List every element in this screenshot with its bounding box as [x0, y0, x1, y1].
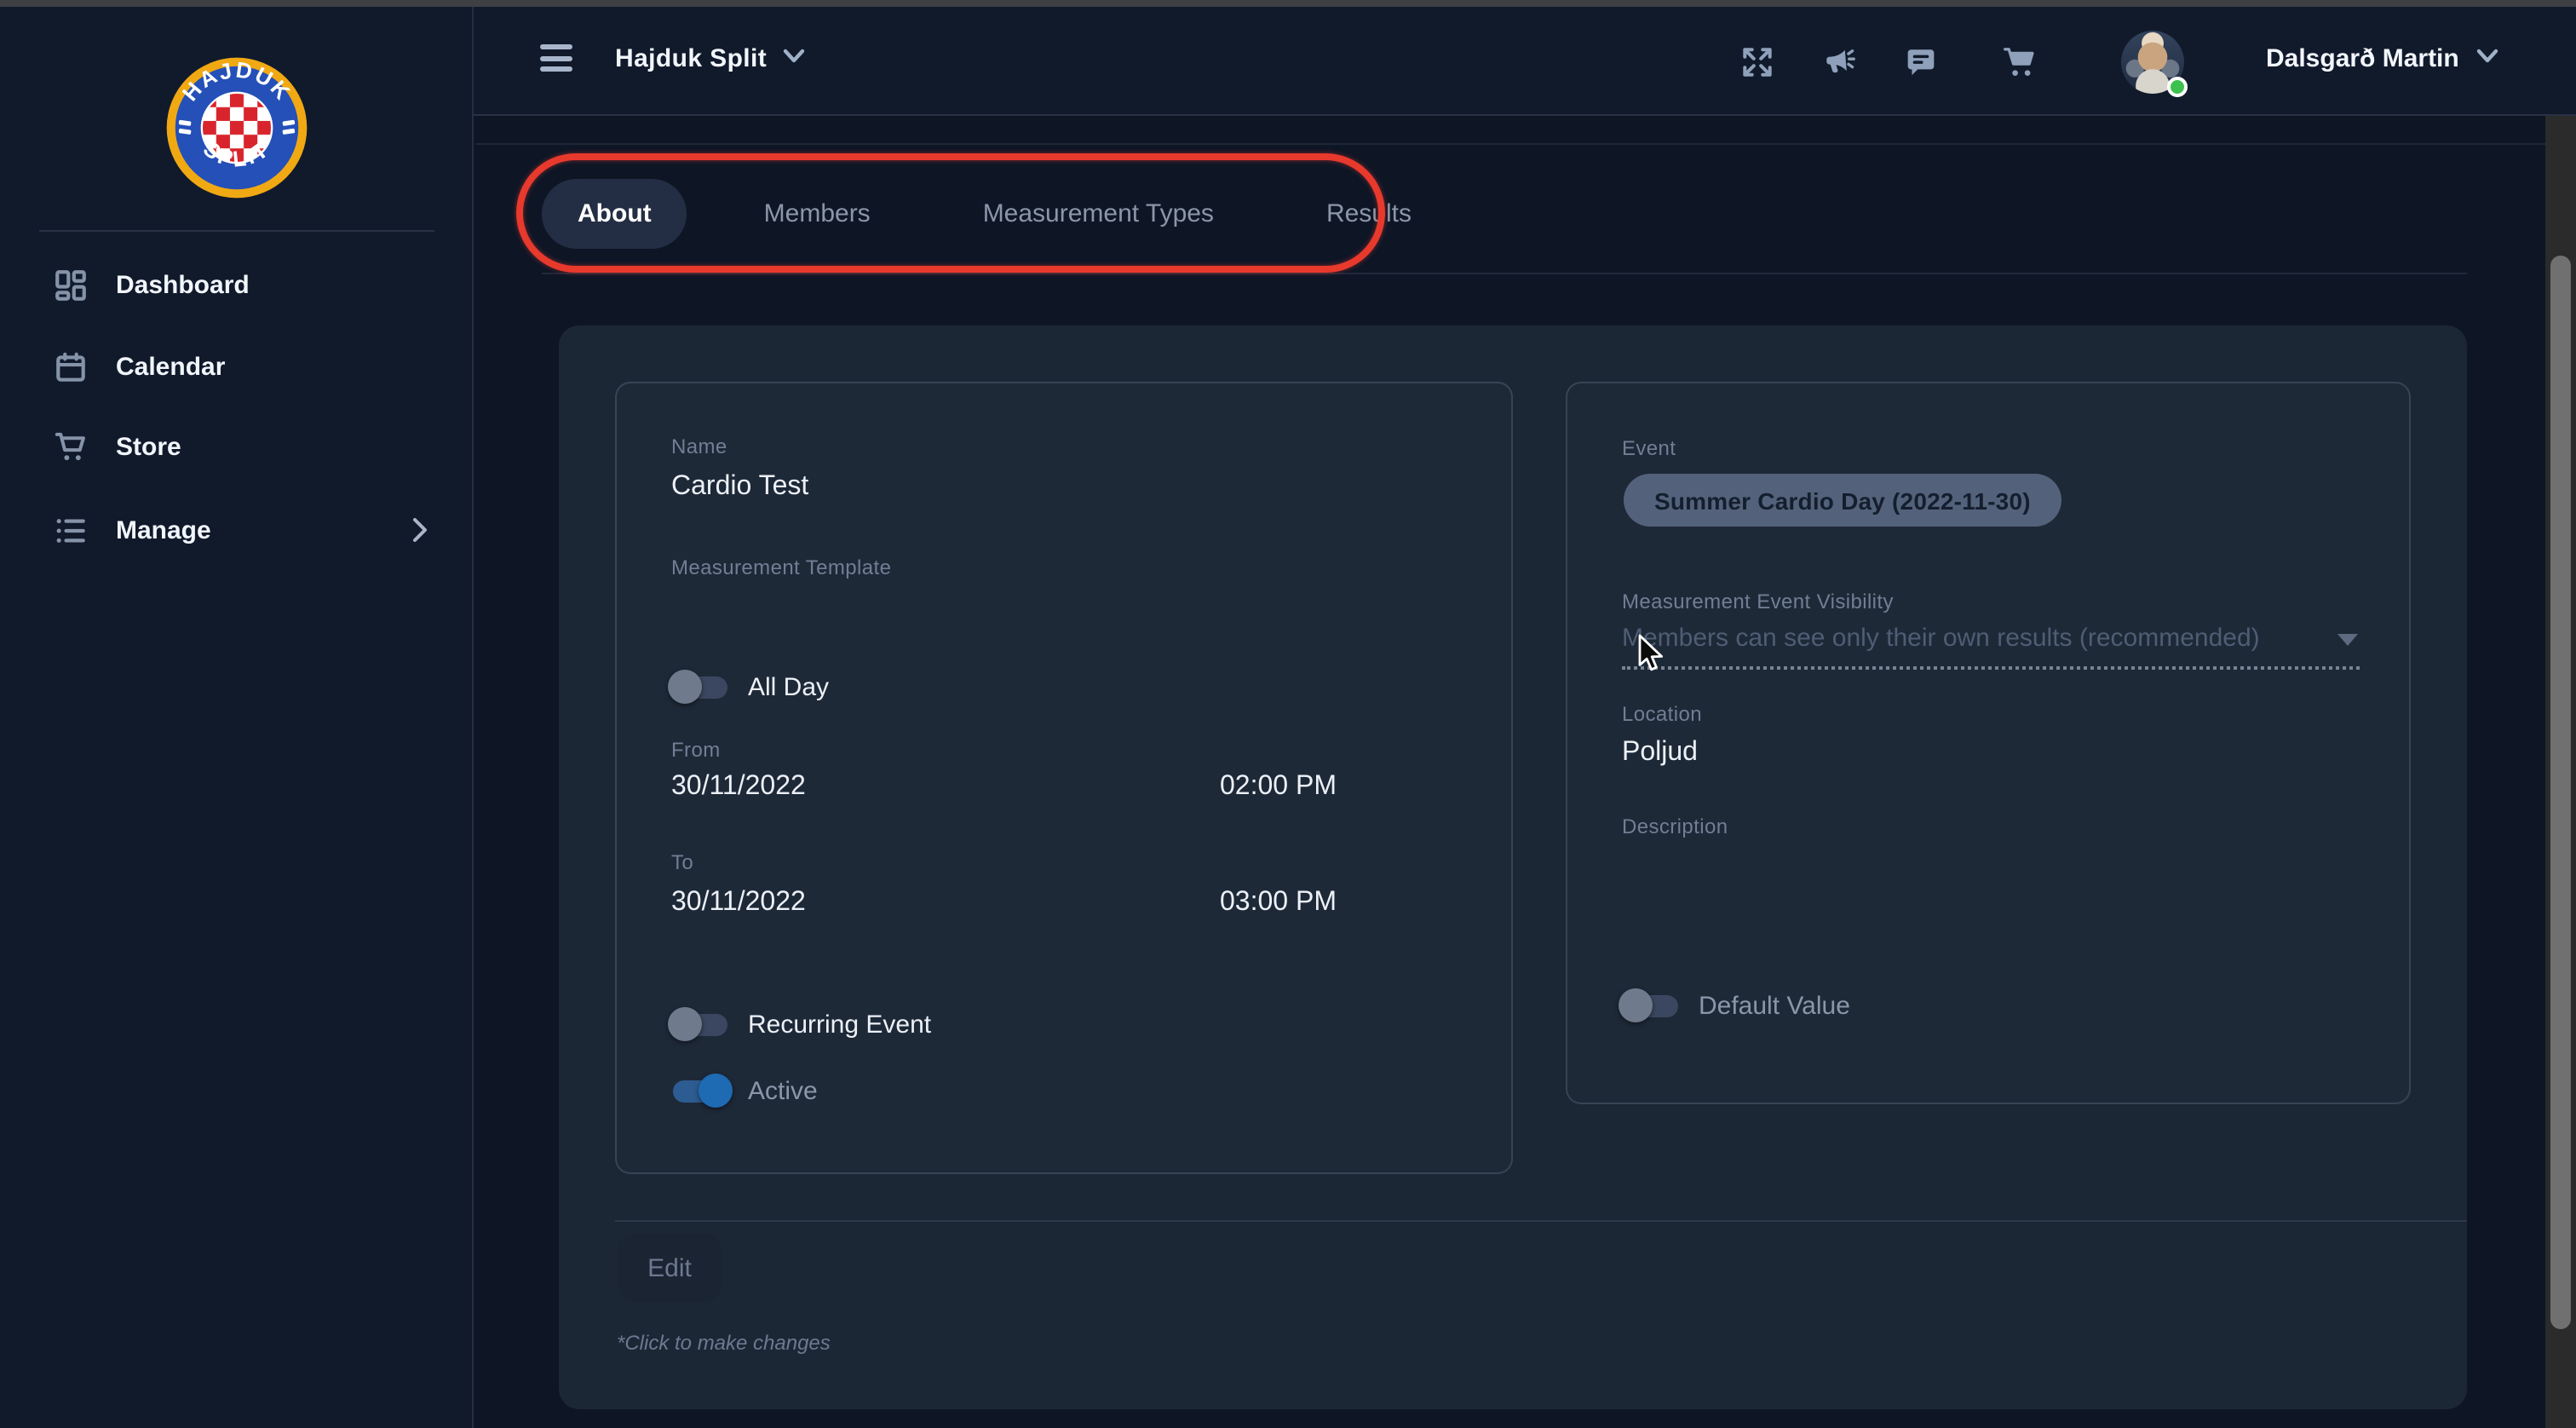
dropdown-arrow-icon [2337, 634, 2358, 646]
recurring-event-row: Recurring Event [668, 1000, 931, 1048]
location-label: Location [1622, 702, 1702, 726]
app-root: Hajduk Split [0, 0, 2576, 1428]
fullscreen-icon[interactable] [1738, 43, 1775, 80]
panel-footer-divider [615, 1220, 2467, 1222]
avatar[interactable] [2121, 31, 2184, 94]
list-icon [53, 512, 89, 548]
sidebar: HAJDUK SPLIT [0, 7, 474, 1428]
tab-about[interactable]: About [542, 179, 687, 249]
chevron-down-icon [2476, 43, 2500, 73]
calendar-icon [53, 348, 89, 384]
to-label: To [671, 850, 693, 874]
content-top-divider [475, 143, 2545, 145]
event-chip[interactable]: Summer Cardio Day (2022-11-30) [1624, 474, 2061, 527]
active-toggle[interactable] [668, 1070, 733, 1111]
from-time-value: 02:00 PM [1220, 772, 1337, 803]
to-time-value: 03:00 PM [1220, 888, 1337, 918]
dashboard-icon [53, 267, 89, 302]
name-label: Name [671, 435, 727, 458]
location-value: Poljud [1622, 738, 1698, 769]
sidebar-item-label: Calendar [116, 352, 225, 381]
event-details-card: Name Cardio Test Measurement Template Al… [615, 382, 1513, 1174]
user-name: Dalsgarð Martin [2266, 43, 2459, 72]
megaphone-icon[interactable] [1820, 43, 1857, 80]
cart-icon[interactable] [2000, 43, 2038, 80]
sidebar-item-calendar[interactable]: Calendar [0, 332, 474, 400]
sidebar-item-store[interactable]: Store [0, 412, 474, 481]
default-value-label: Default Value [1699, 991, 1850, 1020]
event-label: Event [1622, 436, 1676, 460]
scrollbar-thumb[interactable] [2550, 256, 2571, 1329]
chevron-down-icon [782, 43, 806, 73]
tab-bar: About Members Measurement Types Results [542, 179, 1447, 249]
chevron-right-icon [411, 515, 429, 554]
sidebar-item-dashboard[interactable]: Dashboard [0, 250, 474, 319]
user-menu[interactable]: Dalsgarð Martin [2266, 31, 2500, 85]
from-label: From [671, 738, 721, 762]
active-label: Active [748, 1076, 818, 1105]
all-day-toggle[interactable] [668, 666, 733, 707]
visibility-value: Members can see only their own results (… [1622, 624, 2320, 653]
tab-members[interactable]: Members [728, 179, 906, 249]
screen: Hajduk Split [0, 0, 2576, 1428]
sidebar-item-label: Manage [116, 515, 211, 544]
sidebar-item-label: Dashboard [116, 270, 250, 299]
recurring-event-label: Recurring Event [748, 1010, 931, 1039]
default-value-toggle[interactable] [1619, 985, 1683, 1026]
cart-icon [53, 429, 89, 464]
active-row: Active [668, 1067, 818, 1114]
default-value-row: Default Value [1619, 982, 1850, 1029]
window-edge-strip [0, 0, 2576, 7]
online-status-dot [2167, 77, 2188, 97]
team-name: Hajduk Split [615, 43, 767, 72]
measurement-template-label: Measurement Template [671, 556, 891, 579]
hamburger-icon[interactable] [540, 44, 572, 72]
description-label: Description [1622, 815, 1728, 838]
tabs-divider [542, 273, 2467, 274]
sidebar-item-manage[interactable]: Manage [0, 496, 474, 564]
all-day-row: All Day [668, 663, 829, 711]
scrollbar-gutter [2545, 116, 2576, 1428]
visibility-label: Measurement Event Visibility [1622, 590, 1894, 613]
tab-results[interactable]: Results [1291, 179, 1447, 249]
to-date-value: 30/11/2022 [671, 888, 806, 918]
name-value: Cardio Test [671, 472, 808, 503]
tab-measurement-types[interactable]: Measurement Types [947, 179, 1250, 249]
team-selector[interactable]: Hajduk Split [615, 31, 806, 85]
event-chip-label: Summer Cardio Day (2022-11-30) [1654, 487, 2031, 514]
about-panel: Name Cardio Test Measurement Template Al… [559, 325, 2467, 1409]
visibility-select[interactable]: Members can see only their own results (… [1622, 619, 2360, 670]
sidebar-divider [39, 230, 434, 232]
sidebar-item-label: Store [116, 432, 181, 461]
edit-footnote: *Click to make changes [617, 1331, 831, 1355]
club-logo: HAJDUK SPLIT [165, 56, 308, 199]
from-date-value: 30/11/2022 [671, 772, 806, 803]
event-meta-card: Event Summer Cardio Day (2022-11-30) Mea… [1566, 382, 2411, 1104]
edit-button[interactable]: Edit [617, 1234, 722, 1302]
recurring-event-toggle[interactable] [668, 1004, 733, 1045]
chat-icon[interactable] [1901, 43, 1939, 80]
all-day-label: All Day [748, 672, 829, 701]
